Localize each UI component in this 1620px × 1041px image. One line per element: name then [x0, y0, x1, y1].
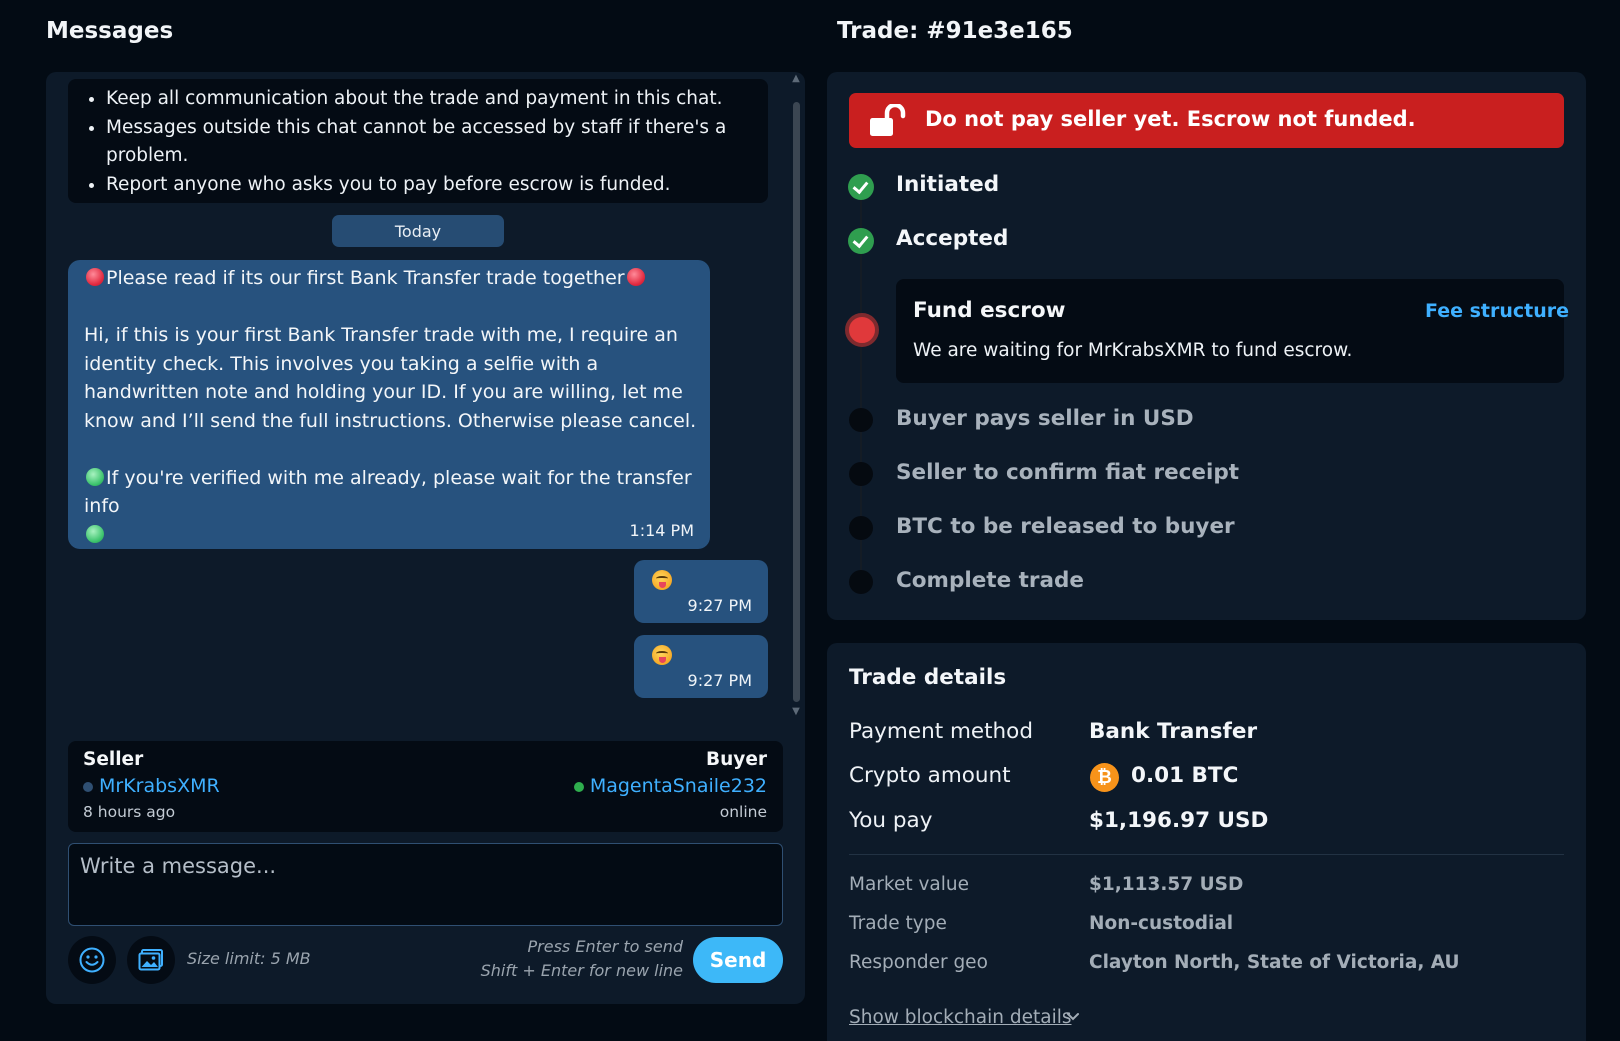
crypto-amount-value: 0.01 BTC [1131, 763, 1239, 788]
buyer-link[interactable]: MagentaSnaile232 [573, 775, 767, 797]
attach-image-button[interactable] [127, 936, 175, 984]
trade-type-value: Non-custodial [1089, 913, 1234, 934]
emoji-button[interactable] [68, 936, 116, 984]
show-blockchain-label: Show blockchain details [849, 1007, 1072, 1028]
you-pay-label: You pay [849, 808, 933, 833]
message-paragraph: Hi, if this is your first Bank Transfer … [84, 324, 697, 432]
step-initiated: Initiated [896, 172, 1000, 197]
enter-hint: Press Enter to send [527, 937, 683, 956]
smiley-icon [79, 947, 105, 973]
rule-item: Keep all communication about the trade a… [106, 85, 768, 114]
market-value: $1,113.57 USD [1089, 874, 1244, 895]
fee-structure-link[interactable]: Fee structure [1425, 300, 1569, 322]
responder-geo-label: Responder geo [849, 952, 988, 973]
rule-item: Report anyone who asks you to pay before… [106, 171, 768, 200]
active-step-title: Fund escrow [913, 298, 1066, 323]
red-circle-icon [86, 268, 104, 286]
payment-method-value: Bank Transfer [1089, 719, 1258, 744]
message-time: 9:27 PM [687, 671, 752, 690]
seller-last-seen: 8 hours ago [83, 803, 176, 821]
chevron-down-icon[interactable] [1066, 1012, 1080, 1022]
size-limit-hint: Size limit: 5 MB [187, 949, 311, 968]
outgoing-message: 9:27 PM [634, 560, 768, 623]
message-time: 9:27 PM [687, 596, 752, 615]
date-divider: Today [332, 215, 504, 247]
scroll-up-arrow[interactable]: ▲ [791, 74, 801, 84]
image-icon [138, 949, 163, 971]
incoming-message: Please read if its our first Bank Transf… [68, 260, 710, 549]
messages-title: Messages [46, 18, 174, 44]
trade-title: Trade: #91e3e165 [837, 18, 1073, 44]
trade-details-panel [827, 643, 1586, 1041]
face-with-tongue-icon [652, 570, 672, 590]
pending-step-dot [849, 516, 873, 540]
active-step-indicator [845, 313, 879, 347]
seller-name: MrKrabsXMR [99, 775, 220, 797]
send-button[interactable]: Send [693, 937, 783, 983]
red-circle-icon [626, 268, 645, 286]
buyer-online-status: online [719, 803, 767, 821]
responder-geo-value: Clayton North, State of Victoria, AU [1089, 952, 1460, 973]
step-btc-release: BTC to be released to buyer [896, 514, 1235, 539]
active-step-card [896, 279, 1564, 383]
escrow-alert-text: Do not pay seller yet. Escrow not funded… [925, 107, 1416, 131]
pending-step-dot [849, 462, 873, 486]
message-line: Please read if its our first Bank Transf… [106, 267, 625, 289]
message-time: 1:14 PM [629, 521, 694, 540]
message-input[interactable] [68, 843, 783, 926]
trade-parties: Seller MrKrabsXMR 8 hours ago Buyer Mage… [68, 741, 783, 832]
show-blockchain-details-link[interactable]: Show blockchain details [849, 1007, 1072, 1028]
green-circle-icon [86, 467, 104, 486]
market-value-label: Market value [849, 874, 970, 895]
crypto-amount-label: Crypto amount [849, 763, 1011, 788]
green-circle-icon [86, 524, 104, 543]
message-paragraph: If you're verified with me already, plea… [84, 466, 692, 518]
check-icon [848, 174, 874, 200]
active-step-description: We are waiting for MrKrabsXMR to fund es… [913, 340, 1353, 361]
outgoing-message: 9:27 PM [634, 635, 768, 698]
divider [849, 854, 1564, 855]
buyer-name: MagentaSnaile232 [589, 775, 767, 797]
pending-step-dot [849, 408, 873, 432]
pending-step-dot [849, 570, 873, 594]
seller-link[interactable]: MrKrabsXMR [83, 775, 220, 797]
step-seller-confirm: Seller to confirm fiat receipt [896, 460, 1240, 485]
shift-enter-hint: Shift + Enter for new line [480, 961, 683, 980]
chat-rules: Keep all communication about the trade a… [68, 79, 768, 203]
step-complete: Complete trade [896, 568, 1084, 593]
online-status-icon [573, 782, 584, 792]
you-pay-value: $1,196.97 USD [1089, 808, 1269, 833]
check-icon [848, 228, 874, 254]
scroll-down-arrow[interactable]: ▼ [791, 707, 801, 717]
step-buyer-pays: Buyer pays seller in USD [896, 406, 1194, 431]
step-accepted: Accepted [896, 226, 1009, 251]
rule-item: Messages outside this chat cannot be acc… [106, 114, 768, 171]
trade-type-label: Trade type [849, 913, 947, 934]
payment-method-label: Payment method [849, 719, 1033, 744]
seller-label: Seller [83, 749, 144, 770]
unlock-icon [870, 104, 906, 136]
bitcoin-icon: ₿ [1090, 763, 1119, 792]
buyer-label: Buyer [705, 749, 767, 770]
chat-scrollbar[interactable] [793, 102, 800, 702]
trade-details-title: Trade details [849, 665, 1007, 690]
offline-status-icon [83, 782, 93, 792]
face-with-tongue-icon [652, 645, 672, 665]
